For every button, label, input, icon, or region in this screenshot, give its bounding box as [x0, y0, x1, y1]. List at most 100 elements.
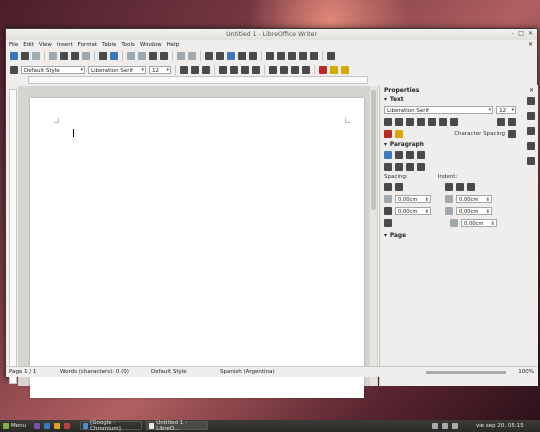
strikethrough-icon[interactable]: [417, 118, 425, 126]
gallery-icon[interactable]: [288, 52, 296, 60]
below-spacing-input[interactable]: 0,00cm: [395, 207, 431, 216]
increase-spacing-icon[interactable]: [384, 183, 392, 191]
paste-icon[interactable]: [149, 52, 157, 60]
highlighting-icon[interactable]: [330, 66, 338, 74]
superscript-icon[interactable]: [439, 118, 447, 126]
launcher-icon[interactable]: [34, 423, 40, 429]
help-icon[interactable]: [327, 52, 335, 60]
align-center-icon[interactable]: [230, 66, 238, 74]
vertical-ruler[interactable]: [9, 89, 17, 384]
above-spacing-input[interactable]: 0,00cm: [395, 195, 431, 204]
menu-file[interactable]: File: [9, 42, 18, 48]
text-section-header[interactable]: ▾ Text: [380, 95, 520, 104]
close-document-button[interactable]: ✕: [528, 41, 533, 48]
spellcheck-icon[interactable]: [99, 52, 107, 60]
task-writer[interactable]: Untitled 1 - LibreO...: [146, 420, 208, 432]
before-indent-input[interactable]: 0,00cm: [456, 195, 492, 204]
justify-icon[interactable]: [252, 66, 260, 74]
styles-tab-icon[interactable]: [527, 112, 535, 120]
close-button[interactable]: ✕: [528, 30, 533, 37]
table-icon[interactable]: [216, 52, 224, 60]
background-color-icon[interactable]: [341, 66, 349, 74]
menu-insert[interactable]: Insert: [57, 42, 73, 48]
font-size-select[interactable]: 12: [149, 66, 171, 74]
sidebar-font-color-icon[interactable]: [384, 130, 392, 138]
draw-functions-icon[interactable]: [249, 52, 257, 60]
image-icon[interactable]: [227, 52, 235, 60]
menu-edit[interactable]: Edit: [23, 42, 34, 48]
save-icon[interactable]: [32, 52, 40, 60]
font-name-select[interactable]: Liberation Serif: [88, 66, 146, 74]
cut-icon[interactable]: [127, 52, 135, 60]
edit-file-icon[interactable]: [49, 52, 57, 60]
paragraph-style-select[interactable]: Default Style: [21, 66, 85, 74]
italic-icon[interactable]: [191, 66, 199, 74]
font-color-icon[interactable]: [319, 66, 327, 74]
document-page[interactable]: [30, 98, 364, 398]
word-count[interactable]: Words (characters): 0 (0): [60, 369, 129, 375]
align-left-icon[interactable]: [219, 66, 227, 74]
navigator-tab-icon[interactable]: [527, 142, 535, 150]
sidebar-bold-icon[interactable]: [384, 118, 392, 126]
menu-help[interactable]: Help: [167, 42, 180, 48]
menu-table[interactable]: Table: [102, 42, 116, 48]
decrease-spacing-icon[interactable]: [395, 183, 403, 191]
hyperlink-icon[interactable]: [205, 52, 213, 60]
menu-tools[interactable]: Tools: [121, 42, 135, 48]
increase-indent-icon[interactable]: [302, 66, 310, 74]
sidebar-numbering-icon[interactable]: [395, 163, 403, 171]
paragraph-section-header[interactable]: ▾ Paragraph: [380, 140, 520, 149]
menu-view[interactable]: View: [39, 42, 52, 48]
copy-icon[interactable]: [138, 52, 146, 60]
hanging-indent-icon[interactable]: [467, 183, 475, 191]
change-case-icon[interactable]: [508, 130, 516, 138]
styles-icon[interactable]: [10, 66, 18, 74]
line-spacing-icon[interactable]: [406, 163, 414, 171]
paragraph-background-icon[interactable]: [417, 163, 425, 171]
minimize-button[interactable]: –: [511, 30, 514, 37]
decrease-indent-sb-icon[interactable]: [456, 183, 464, 191]
new-document-icon[interactable]: [10, 52, 18, 60]
chart-icon[interactable]: [238, 52, 246, 60]
grow-font-icon[interactable]: [497, 118, 505, 126]
zoom-slider[interactable]: [426, 371, 506, 374]
menu-window[interactable]: Window: [140, 42, 162, 48]
underline-icon[interactable]: [202, 66, 210, 74]
shrink-font-icon[interactable]: [508, 118, 516, 126]
formatting-marks-icon[interactable]: [310, 52, 318, 60]
launcher-icon[interactable]: [64, 423, 70, 429]
menu-button[interactable]: Menu: [11, 423, 26, 429]
settings-gear-icon[interactable]: [527, 157, 535, 165]
sidebar-close-icon[interactable]: ✕: [529, 87, 534, 94]
properties-tab-icon[interactable]: [527, 97, 535, 105]
line-spacing-select-icon[interactable]: [384, 219, 392, 227]
clone-formatting-icon[interactable]: [160, 52, 168, 60]
launcher-icon[interactable]: [44, 423, 50, 429]
redo-icon[interactable]: [188, 52, 196, 60]
vertical-scrollbar[interactable]: [370, 86, 377, 386]
numbering-icon[interactable]: [269, 66, 277, 74]
sidebar-justify-icon[interactable]: [417, 151, 425, 159]
sidebar-align-left-icon[interactable]: [384, 151, 392, 159]
menu-format[interactable]: Format: [78, 42, 97, 48]
print-preview-icon[interactable]: [82, 52, 90, 60]
volume-icon[interactable]: [442, 423, 448, 429]
subscript-icon[interactable]: [450, 118, 458, 126]
zoom-level[interactable]: 100%: [518, 369, 534, 375]
first-line-indent-input[interactable]: 0,00cm: [461, 219, 497, 228]
bullets-icon[interactable]: [280, 66, 288, 74]
sidebar-align-center-icon[interactable]: [395, 151, 403, 159]
sidebar-highlighting-icon[interactable]: [395, 130, 403, 138]
undo-icon[interactable]: [177, 52, 185, 60]
open-icon[interactable]: [21, 52, 29, 60]
sidebar-font-size-select[interactable]: 12: [496, 106, 516, 114]
find-replace-icon[interactable]: [266, 52, 274, 60]
page-style[interactable]: Default Style: [151, 369, 187, 375]
maximize-button[interactable]: □: [518, 30, 524, 37]
navigator-icon[interactable]: [277, 52, 285, 60]
character-spacing-button[interactable]: Character Spacing: [454, 131, 505, 137]
sidebar-underline-icon[interactable]: [406, 118, 414, 126]
language-status[interactable]: Spanish (Argentina): [220, 369, 275, 375]
sidebar-bullets-icon[interactable]: [384, 163, 392, 171]
scrollbar-thumb[interactable]: [371, 90, 376, 210]
